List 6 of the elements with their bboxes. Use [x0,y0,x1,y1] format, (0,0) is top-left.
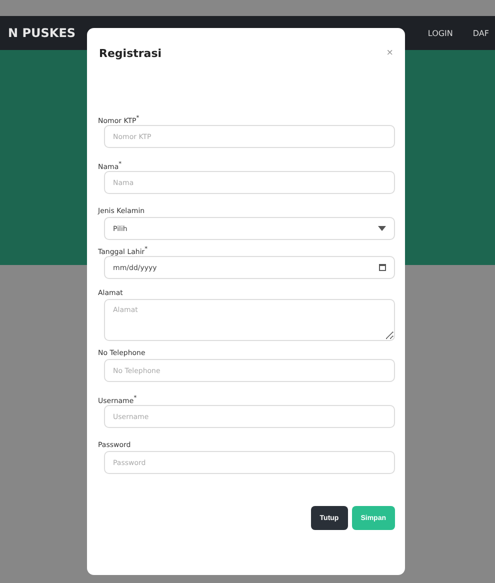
modal-title: Registrasi [99,46,162,60]
brand-name: N PUSKES [8,26,76,40]
nav-link[interactable]: DAF [472,28,489,38]
chevron-icon [378,226,386,231]
calendar-icon [379,264,386,271]
nav-link[interactable]: LOGIN [428,28,453,38]
